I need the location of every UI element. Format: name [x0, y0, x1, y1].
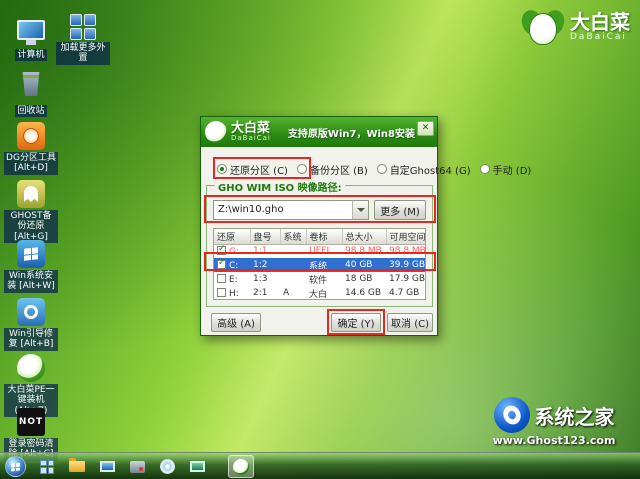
- table-row-selected[interactable]: C: 1:2 系统 40 GB 39.9 GB: [214, 258, 426, 272]
- ghost-icon: [4, 176, 58, 208]
- start-button[interactable]: [5, 456, 26, 477]
- windows-flag-icon: [11, 462, 20, 471]
- cancel-button[interactable]: 取消 (C): [387, 313, 433, 332]
- not-icon: NOT: [4, 404, 58, 436]
- desktop-icon-label: Win引导修复 [Alt+B]: [4, 328, 58, 351]
- groupbox-label: GHO WIM ISO 映像路径:: [215, 179, 345, 194]
- table-row[interactable]: G: 1:1 UEFI 98.8 MB 98.8 MB: [214, 244, 426, 258]
- taskbar-icon-disk[interactable]: [124, 455, 150, 478]
- desktop-icon-dg-partition[interactable]: DG分区工具 [Alt+D]: [4, 118, 58, 175]
- app-grid-icon: [56, 8, 110, 40]
- close-button[interactable]: ✕: [417, 121, 434, 136]
- partition-table: 还原 盘号 系统 卷标 总大小 可用空间 G: 1:1 UEFI 98.8 MB…: [213, 228, 426, 300]
- more-button[interactable]: 更多 (M): [374, 200, 426, 220]
- site-url: www.Ghost123.com: [474, 434, 634, 447]
- desktop-icon-label: Win系统安装 [Alt+W]: [4, 270, 58, 293]
- dabaicai-brand: 大白菜 DaBaiCai: [522, 6, 630, 48]
- dialog-logo-icon: [205, 121, 227, 143]
- radio-dot-icon: [217, 164, 227, 174]
- radio-backup-partition[interactable]: 备份分区 (B): [297, 162, 368, 177]
- taskbar: [0, 452, 640, 479]
- image-path-groupbox: GHO WIM ISO 映像路径: Z:\win10.gho 更多 (M) 还原…: [206, 185, 433, 307]
- recycle-bin-icon: [4, 64, 58, 96]
- image-path-combobox[interactable]: Z:\win10.gho: [213, 200, 369, 220]
- dabaicai-installer-dialog: 大白菜 DaBaiCai 支持原版Win7，Win8安装 ✕ 还原分区 (C) …: [200, 116, 438, 336]
- radio-dot-icon: [297, 164, 307, 174]
- disk-tool-icon: [4, 118, 58, 150]
- desktop-icon-computer[interactable]: 计算机: [4, 8, 58, 61]
- desktop-icon-label: 加载更多外置: [56, 42, 110, 65]
- table-row[interactable]: E: 1:3 软件 18 GB 17.9 GB: [214, 272, 426, 286]
- checkbox[interactable]: [217, 260, 226, 269]
- desktop-icon-load-more[interactable]: 加载更多外置: [56, 8, 110, 65]
- taskbar-icon-cd[interactable]: [154, 455, 180, 478]
- image-path-value[interactable]: Z:\win10.gho: [214, 201, 352, 219]
- mode-radio-group: 还原分区 (C) 备份分区 (B) 自定Ghost64 (G) 手动 (D): [217, 161, 433, 177]
- checkbox[interactable]: [217, 246, 226, 255]
- taskbar-icon-folder[interactable]: [64, 455, 90, 478]
- dialog-logo-subtitle: DaBaiCai: [231, 135, 271, 142]
- taskbar-icon-launcher[interactable]: [34, 455, 60, 478]
- ghost123-brand: 系统之家 www.Ghost123.com: [474, 397, 634, 447]
- taskbar-icon-dabaicai[interactable]: [228, 455, 254, 478]
- radio-restore-partition[interactable]: 还原分区 (C): [217, 162, 288, 177]
- table-row[interactable]: H: 2:1 A 大白 14.6 GB 4.7 GB: [214, 286, 426, 300]
- radio-manual[interactable]: 手动 (D): [480, 162, 532, 177]
- brand-subtitle: DaBaiCai: [570, 32, 630, 42]
- table-header-row: 还原 盘号 系统 卷标 总大小 可用空间: [214, 229, 426, 244]
- checkbox[interactable]: [217, 288, 226, 297]
- brand-title: 大白菜: [570, 12, 630, 32]
- taskbar-icon-computer[interactable]: [94, 455, 120, 478]
- cabbage-icon: [4, 350, 58, 382]
- desktop: { "desktop": { "icons": [ { "name": "com…: [0, 0, 640, 479]
- radio-dot-icon: [480, 164, 490, 174]
- desktop-icon-ghost-restore[interactable]: GHOST备份还原 [Alt+G]: [4, 176, 58, 243]
- cabbage-logo-icon: [522, 6, 564, 48]
- chevron-down-icon[interactable]: [352, 201, 368, 219]
- ok-button[interactable]: 确定 (Y): [331, 313, 381, 332]
- dialog-support-text: 支持原版Win7，Win8安装: [288, 125, 415, 140]
- dialog-titlebar[interactable]: 大白菜 DaBaiCai 支持原版Win7，Win8安装: [201, 117, 437, 147]
- radio-dot-icon: [377, 164, 387, 174]
- desktop-icon-recycle-bin[interactable]: 回收站: [4, 64, 58, 117]
- site-title: 系统之家: [535, 401, 615, 430]
- desktop-icon-label: 回收站: [15, 105, 46, 117]
- checkbox[interactable]: [217, 274, 226, 283]
- desktop-icon-label: DG分区工具 [Alt+D]: [4, 152, 58, 175]
- computer-icon: [4, 8, 58, 40]
- radio-custom-ghost[interactable]: 自定Ghost64 (G): [377, 162, 471, 177]
- repair-icon: [4, 294, 58, 326]
- advanced-button[interactable]: 高级 (A): [211, 313, 261, 332]
- o-swirl-icon: [494, 397, 530, 433]
- desktop-icon-boot-repair[interactable]: Win引导修复 [Alt+B]: [4, 294, 58, 351]
- desktop-icon-win-install[interactable]: Win系统安装 [Alt+W]: [4, 236, 58, 293]
- desktop-icon-label: 计算机: [15, 49, 46, 61]
- windows-icon: [4, 236, 58, 268]
- taskbar-icon-display[interactable]: [184, 455, 210, 478]
